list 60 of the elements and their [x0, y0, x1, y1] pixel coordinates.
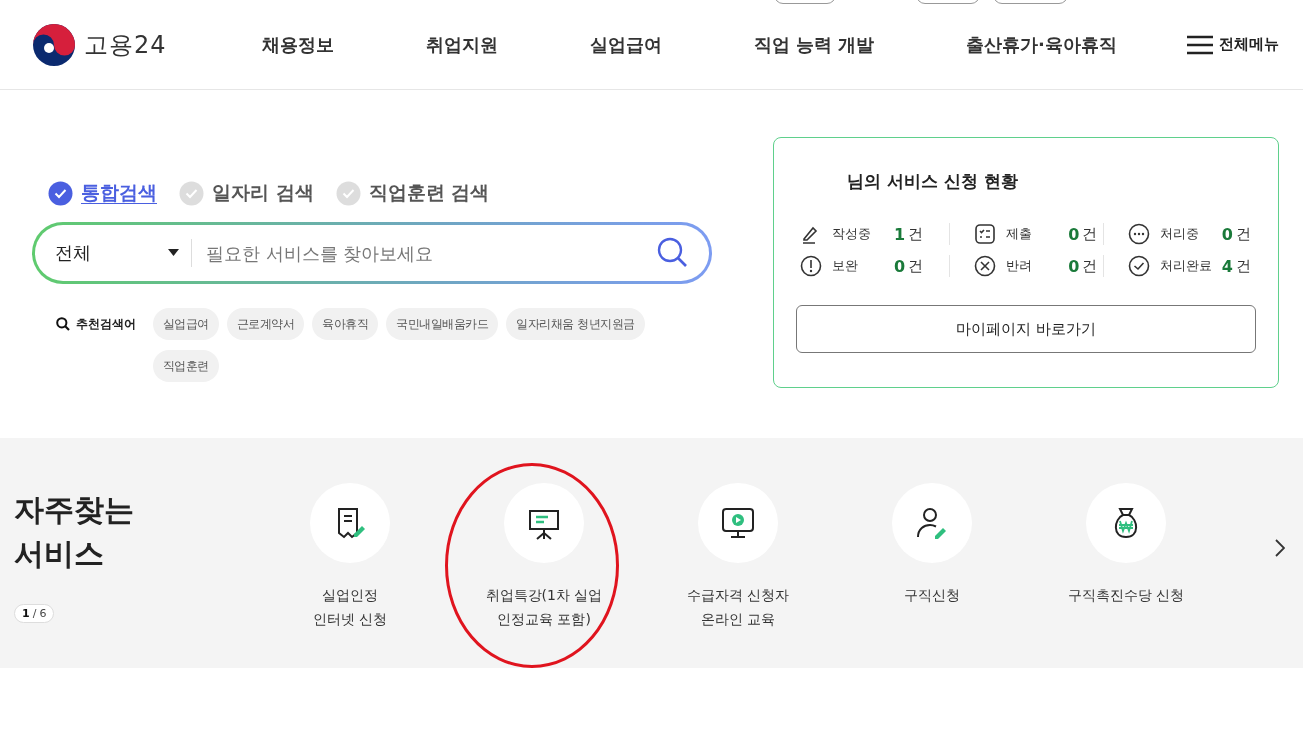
status-count[interactable]: 1 [894, 224, 906, 244]
keyword-chip[interactable]: 근로계약서 [226, 308, 305, 340]
site-logo-text[interactable]: 고용24 [84, 28, 167, 61]
section-title: 자주찾는 서비스 [14, 491, 135, 573]
keyword-chip[interactable]: 일자리채움 청년지원금 [506, 308, 645, 340]
nav-link[interactable]: 직업 능력 개발 [753, 32, 875, 57]
status-count[interactable]: 0 [894, 256, 906, 276]
service-label[interactable]: 수급자격 신청자 온라인 교육 [686, 583, 790, 631]
status-count[interactable]: 0 [1068, 224, 1080, 244]
count-unit: 건 [1082, 256, 1098, 276]
service-label[interactable]: 구직신청 [904, 583, 960, 607]
page-indicator: 1 / 6 [14, 604, 55, 623]
count-unit: 건 [1235, 256, 1251, 276]
count-unit: 건 [1235, 224, 1251, 244]
search-field[interactable]: 전체 필요한 서비스를 찾아보세요 [32, 222, 712, 284]
checklist-icon [974, 223, 997, 245]
keyword-chip[interactable]: 육아휴직 [312, 308, 379, 340]
status-count[interactable]: 4 [1221, 256, 1233, 276]
status-label: 반려 [1006, 257, 1034, 275]
count-unit: 건 [908, 224, 924, 244]
check-circle-icon [1127, 255, 1150, 277]
check-circle-icon [48, 180, 73, 206]
caret-icon [168, 249, 179, 257]
nav-link[interactable]: 실업급여 [589, 32, 662, 57]
check-circle-icon [179, 180, 204, 206]
search-icon[interactable] [657, 237, 689, 269]
recommended-label: 추천검색어 [76, 315, 136, 333]
more-dots-icon [1127, 223, 1150, 245]
nav-link[interactable]: 출산휴가·육아휴직 [966, 32, 1117, 57]
nav-link[interactable]: 취업지원 [425, 32, 498, 57]
status-label: 처리중 [1159, 225, 1200, 243]
status-label: 작성중 [832, 225, 872, 243]
menu-icon [1187, 34, 1213, 55]
keyword-chip[interactable]: 국민내일배움카드 [386, 308, 499, 340]
mypage-button[interactable]: 마이페이지 바로가기 [796, 305, 1256, 353]
status-label: 처리완료 [1159, 257, 1213, 275]
count-unit: 건 [908, 256, 924, 276]
category-dropdown[interactable]: 전체 [55, 239, 192, 267]
service-label[interactable]: 취업특강(1차 실업 인정교육 포함) [485, 583, 603, 631]
keyword-chip[interactable]: 직업훈련 [152, 350, 219, 382]
exclamation-icon [800, 255, 822, 277]
search-tab[interactable]: 직업훈련 검색 [335, 180, 490, 206]
card-title: 님의 서비스 신청 현황 [847, 170, 1019, 193]
status-label: 보완 [832, 257, 859, 275]
chevron-right-icon[interactable] [1275, 539, 1285, 557]
service-label[interactable]: 구직촉진수당 신청 [1067, 583, 1185, 607]
search-icon [56, 317, 70, 331]
taegeuk-logo-icon [32, 22, 76, 67]
status-count[interactable]: 0 [1221, 224, 1233, 244]
nav-link[interactable]: 채용정보 [262, 32, 334, 57]
search-tab[interactable]: 일자리 검색 [179, 180, 314, 206]
search-tab[interactable]: 통합검색 [48, 180, 157, 206]
x-circle-icon [974, 255, 997, 277]
status-label: 제출 [1006, 225, 1034, 243]
full-menu-button[interactable]: 전체메뉴 [1187, 34, 1279, 55]
keyword-chip[interactable]: 실업급여 [152, 308, 219, 340]
service-label[interactable]: 실업인정 인터넷 신청 [312, 583, 388, 631]
check-circle-icon [335, 180, 361, 206]
status-count[interactable]: 0 [1068, 256, 1080, 276]
count-unit: 건 [1082, 224, 1098, 244]
